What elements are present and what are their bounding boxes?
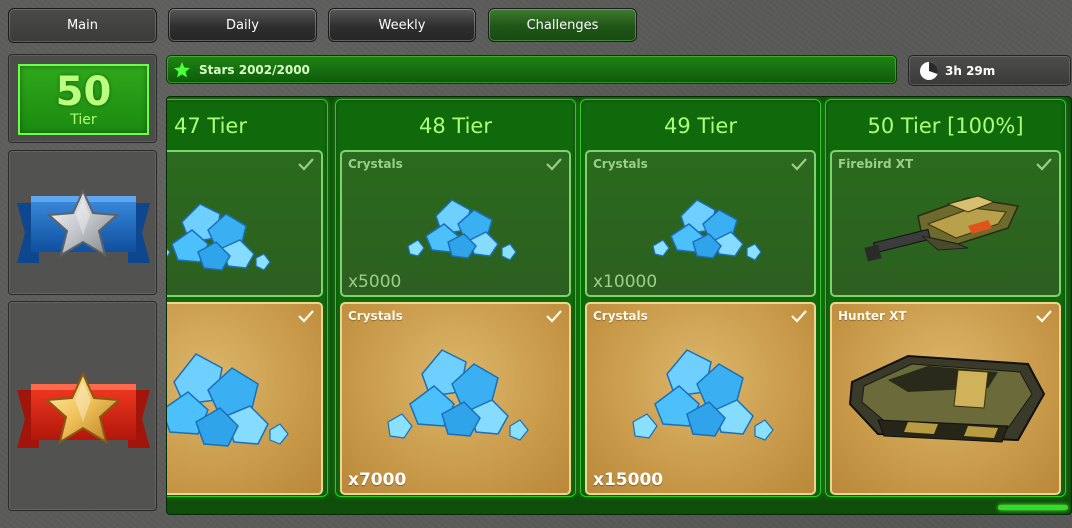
reward-name: Crystals [593, 157, 648, 171]
weekly-tab-label: Weekly [378, 17, 426, 33]
reward-amount: x10000 [593, 272, 658, 292]
check-icon [791, 310, 807, 323]
firebird-turret-icon [864, 195, 1020, 262]
weekly-tab[interactable]: Weekly [328, 8, 476, 42]
tier-column-47: 47 Tier [167, 99, 328, 497]
clock-icon [919, 61, 939, 81]
reward-name: Crystals [593, 309, 648, 323]
crystals-icon [167, 353, 289, 447]
crystals-icon [632, 349, 774, 441]
tier-column-48: 48 Tier Crystals x5000 Crystals x7000 [335, 99, 576, 497]
check-icon [1036, 158, 1052, 171]
free-track-badge [8, 150, 157, 295]
challenges-tab[interactable]: Challenges [488, 8, 637, 42]
tier-title: 48 Tier [419, 114, 492, 138]
star-icon [173, 61, 191, 79]
tier-title: 47 Tier [174, 114, 247, 138]
hunter-hull-icon [848, 354, 1046, 443]
free-reward-card[interactable]: Crystals x10000 [585, 150, 816, 297]
reward-amount: x7000 [348, 470, 407, 490]
stars-progress-bar: Stars 2002/2000 [166, 55, 897, 84]
time-remaining-text: 3h 29m [945, 63, 996, 78]
daily-tab[interactable]: Daily [168, 8, 317, 42]
crystals-icon [167, 203, 271, 271]
check-icon [791, 158, 807, 171]
daily-tab-label: Daily [226, 17, 259, 33]
reward-amount: x5000 [348, 272, 402, 292]
crystals-icon [387, 349, 529, 441]
current-tier-panel: 50 Tier [8, 54, 157, 143]
main-button[interactable]: Main [8, 8, 157, 43]
free-reward-card[interactable] [167, 150, 323, 297]
reward-name: Crystals [348, 309, 403, 323]
silver-star-badge-icon [17, 188, 150, 263]
reward-name: Hunter XT [838, 309, 907, 323]
premium-reward-card[interactable]: Crystals x15000 [585, 302, 816, 495]
gold-star-badge-icon [17, 371, 150, 448]
premium-reward-card[interactable] [167, 302, 323, 495]
check-icon [546, 310, 562, 323]
premium-reward-card[interactable]: Hunter XT [830, 302, 1061, 495]
premium-reward-card[interactable]: Crystals x7000 [340, 302, 571, 495]
free-reward-card[interactable]: Crystals x5000 [340, 150, 571, 297]
reward-name: Firebird XT [838, 157, 914, 171]
stars-count: Stars 2002/2000 [199, 62, 310, 77]
premium-track-badge [8, 301, 157, 511]
check-icon [298, 158, 314, 171]
time-remaining: 3h 29m [908, 55, 1071, 86]
reward-amount: x15000 [593, 470, 664, 490]
reward-track[interactable]: 47 Tier 48 Tier Crystals x5000 Crystals … [166, 96, 1072, 515]
check-icon [298, 310, 314, 323]
current-tier-badge: 50 Tier [18, 64, 149, 135]
check-icon [1036, 310, 1052, 323]
track-scrollbar[interactable] [998, 505, 1068, 510]
tier-title: 50 Tier [100%] [867, 114, 1024, 138]
tier-column-49: 49 Tier Crystals x10000 Crystals x15000 [580, 99, 821, 497]
free-reward-card[interactable]: Firebird XT [830, 150, 1061, 297]
current-tier-number: 50 [55, 68, 112, 115]
reward-name: Crystals [348, 157, 403, 171]
tier-title: 49 Tier [664, 114, 737, 138]
check-icon [546, 158, 562, 171]
current-tier-label: Tier [70, 111, 97, 128]
main-button-label: Main [66, 18, 99, 33]
challenges-tab-label: Challenges [526, 17, 599, 33]
tier-column-50: 50 Tier [100%] Firebird XT Hunter XT [825, 99, 1066, 497]
